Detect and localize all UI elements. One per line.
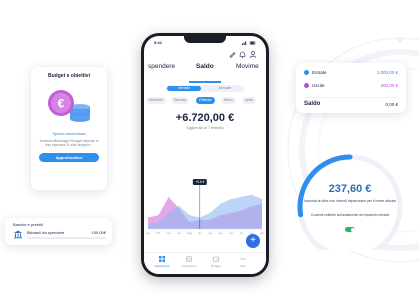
svg-text:€: €	[58, 97, 65, 111]
budget-card-description: Jemecia elltinscrage ill budget expense …	[39, 139, 99, 148]
entrate-label: Entrate	[312, 70, 327, 75]
chart-x-tick-label: mag	[187, 232, 193, 235]
tab-spendere[interactable]: spendere	[148, 63, 175, 70]
chart-x-tick-label: apr	[177, 231, 181, 235]
chart-x-tick-label: ott	[240, 231, 243, 235]
budget-card-title: Budget e obiettivi	[48, 73, 90, 79]
chart-x-tick-label: gen	[146, 232, 151, 235]
grid-icon	[159, 256, 165, 262]
header-icons	[229, 51, 257, 58]
uscite-dot-icon	[304, 83, 309, 88]
budget-card: Budget e obiettivi € Spesa concentrata J…	[31, 67, 107, 190]
chart-x-tick-label: lug	[208, 231, 212, 235]
month-chip[interactable]: Marzo	[221, 97, 236, 104]
status-bar: 9:41	[154, 40, 256, 46]
segment-annuale[interactable]: Annuale	[208, 86, 242, 91]
nav-transazioni-label: Transazioni	[181, 264, 197, 268]
nav-budget[interactable]: Budget	[206, 256, 226, 268]
tab-saldo[interactable]: Saldo	[196, 63, 214, 70]
chart-point	[220, 203, 221, 205]
bank-seal-watermark	[285, 0, 419, 298]
approfondisci-button[interactable]: Approfondisci	[39, 152, 99, 162]
nav-transazioni[interactable]: Transazioni	[179, 256, 199, 268]
nav-budget-label: Budget	[211, 264, 221, 268]
tab-movimenti[interactable]: Movime	[236, 63, 259, 70]
chart-tooltip-label: +5.6 €	[195, 180, 204, 184]
entrate-value: 1.000,00 €	[376, 70, 398, 75]
budget-card-subtitle: Spesa concentrata	[52, 131, 86, 136]
chart-point	[240, 196, 242, 198]
toggle-knob	[350, 227, 355, 232]
phone-screen: 9:41 spendere Saldo Movime Mensile Annua…	[144, 36, 266, 274]
chart-x-tick-label: dic	[260, 231, 264, 235]
tab-active-indicator	[189, 81, 221, 83]
bank-item-label: Bilmaoli da spendere	[27, 230, 65, 235]
chart-x-tick-label: feb	[157, 231, 161, 235]
chart-point	[147, 224, 149, 225]
chart-point	[230, 198, 232, 200]
nav-altro-label: Altro	[239, 264, 247, 268]
chart-point	[147, 217, 149, 218]
bottom-nav: Dashboard Transazioni Budget Altro	[144, 252, 266, 274]
uscite-row[interactable]: Uscite 200,00 €	[304, 82, 398, 90]
bank-item-amount: 100,00€	[91, 230, 106, 235]
signal-battery-icon	[242, 41, 256, 45]
chart-point	[189, 214, 190, 216]
saldo-label: Saldo	[304, 101, 321, 107]
balance-amount: +6.720,00 €	[175, 112, 235, 124]
edit-icon[interactable]	[229, 52, 236, 58]
month-chip-active[interactable]: Febbraio	[196, 97, 215, 104]
savings-amount: 237,60 €	[328, 183, 372, 195]
chart-x-tick-label: set	[229, 231, 233, 235]
savings-description: Imposta la cifra che intendi risparmiare…	[303, 199, 397, 203]
chart-point	[251, 194, 253, 196]
chart-x-tick-label: mar	[166, 231, 171, 235]
phone-mockup: 9:41 spendere Saldo Movime Mensile Annua…	[141, 33, 269, 277]
notification-consent-text: Consenti notifiche sull'andamento del ri…	[310, 213, 390, 217]
transactions-icon	[186, 256, 192, 262]
nav-dashboard[interactable]: Dashboard	[152, 256, 172, 268]
tab-bar: spendere Saldo Movime	[144, 63, 266, 73]
chart-point	[168, 196, 170, 198]
uscite-label: Uscite	[312, 83, 325, 88]
month-chip[interactable]: Aprile	[242, 97, 257, 104]
balance-area-chart[interactable]: +5.6 €genfebmaraprmaggiulugagosetottnovd…	[144, 179, 266, 243]
chart-x-tick-label: ago	[218, 232, 223, 235]
user-icon[interactable]	[249, 51, 257, 58]
entrate-dot-icon	[304, 70, 309, 75]
chart-point	[209, 212, 211, 214]
saldo-value: 0,00 €	[385, 102, 398, 107]
wallet-icon	[213, 256, 219, 262]
nav-dashboard-label: Dashboard	[154, 264, 170, 268]
chart-x-tick-label: giu	[198, 231, 202, 235]
bank-progress-bar	[27, 237, 106, 239]
bell-icon[interactable]	[239, 51, 246, 58]
nav-altro[interactable]: Altro	[233, 256, 253, 268]
bank-card[interactable]: Banche e prestiti Bilmaoli da spendere 1…	[5, 218, 112, 245]
entrate-row[interactable]: Entrate 1.000,00 €	[304, 69, 398, 77]
segment-mensile[interactable]: Mensile	[167, 86, 201, 91]
more-icon	[240, 258, 246, 260]
bank-icon	[14, 230, 22, 239]
chart-point	[261, 198, 263, 200]
month-selector: Dicembre Gennaio Febbraio Marzo Aprile	[146, 97, 266, 104]
chart-point	[178, 205, 180, 207]
chart-point	[157, 214, 159, 216]
month-chip[interactable]: Gennaio	[171, 97, 190, 104]
month-chip[interactable]: Dicembre	[146, 97, 166, 104]
status-time: 9:41	[154, 40, 163, 45]
chart-point	[157, 221, 159, 223]
add-button[interactable]: +	[246, 234, 260, 248]
period-toggle: Mensile Annuale	[166, 85, 244, 92]
coins-icon: €	[44, 85, 94, 125]
entrate-uscite-card: Entrate 1.000,00 € Uscite 200,00 € Saldo…	[296, 63, 406, 113]
bank-card-header: Banche e prestiti	[13, 222, 43, 227]
chart-point	[168, 212, 170, 214]
notification-toggle[interactable]	[345, 227, 355, 232]
uscite-value: 200,00 €	[380, 83, 398, 88]
divider	[304, 97, 398, 98]
balance-updated-label: Aggiornato al 7 febbraio	[186, 126, 224, 130]
